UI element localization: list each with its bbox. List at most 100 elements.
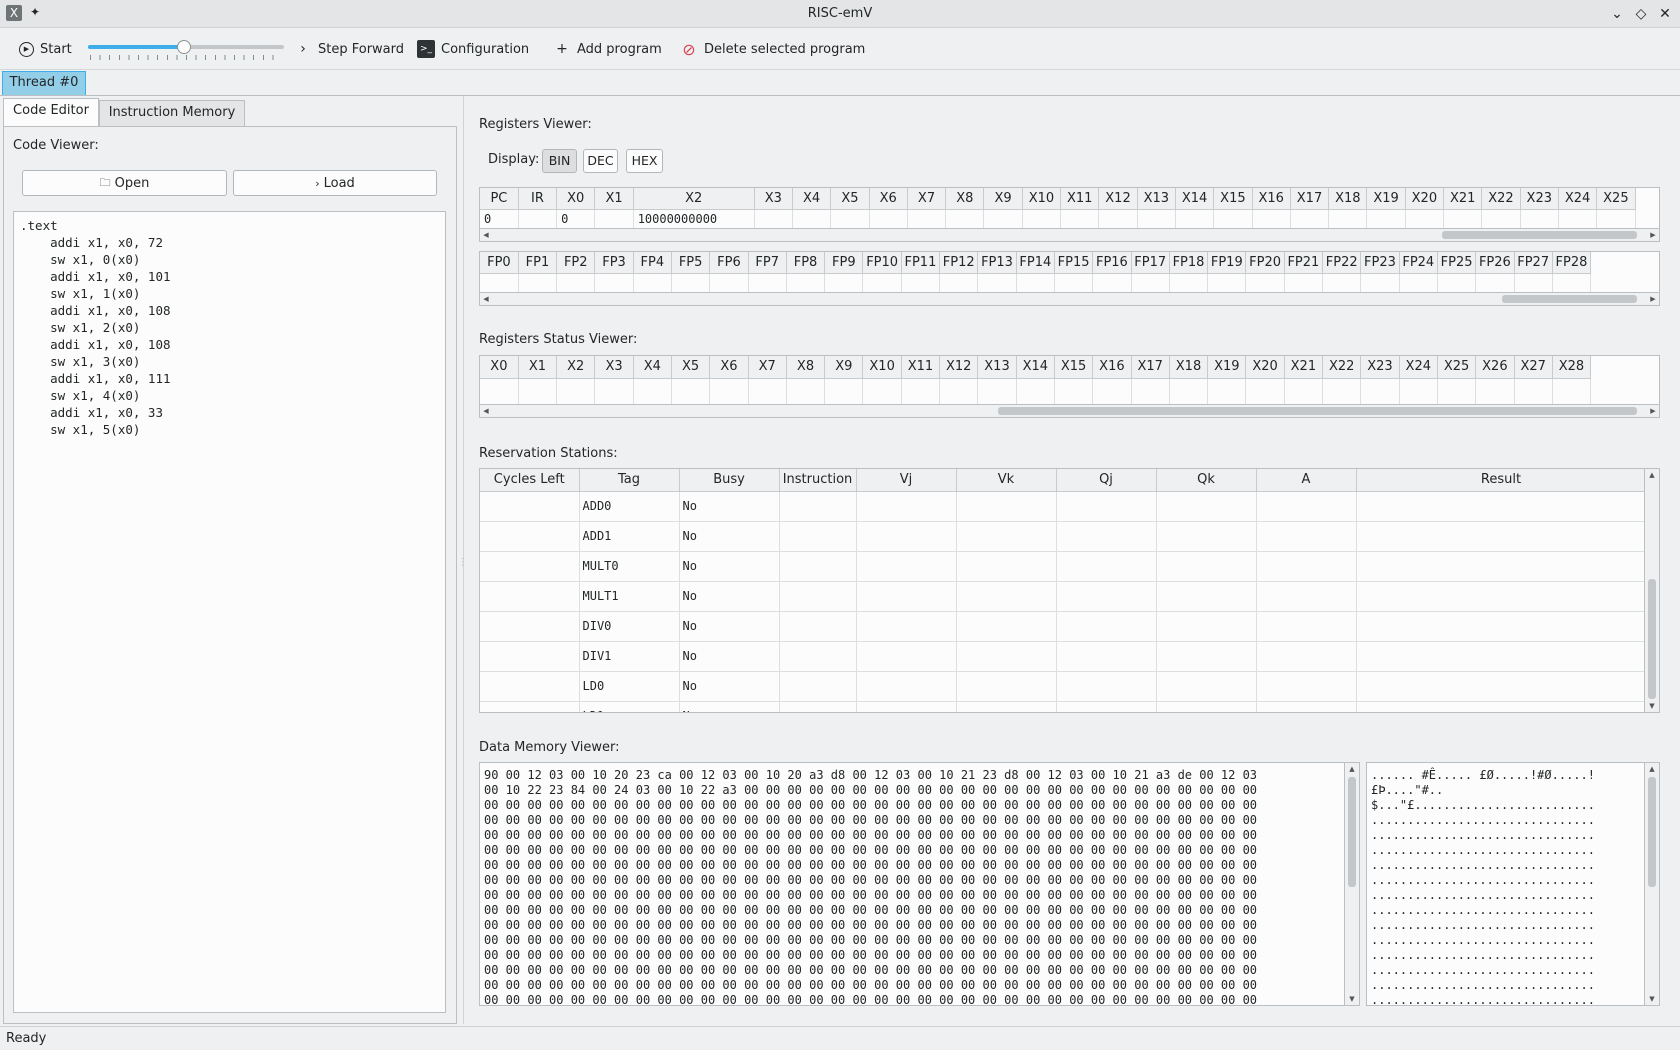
status-register-value	[518, 378, 558, 404]
register-header: X11	[1060, 188, 1100, 210]
register-value	[1252, 209, 1291, 228]
table-row[interactable]: DIV0 No	[480, 611, 1644, 642]
status-register-header: X13	[977, 356, 1017, 379]
fp-register-value	[977, 273, 1017, 292]
scrollbar-thumb[interactable]	[1648, 579, 1656, 699]
toolbar: ▶ Start › Step Forward >_ Configuration …	[0, 28, 1680, 70]
ascii-row: ...............................	[1371, 843, 1595, 857]
fp-register-value	[1552, 273, 1592, 292]
register-header: X5	[830, 188, 870, 210]
int-registers-scrollbar[interactable]: ◀ ▶	[479, 228, 1660, 242]
add-program-button[interactable]: + Add program	[553, 37, 662, 61]
speed-slider[interactable]	[88, 38, 286, 62]
rs-cell: MULT1	[579, 581, 680, 612]
register-header: X12	[1098, 188, 1138, 210]
rs-cell	[1356, 611, 1644, 642]
scrollbar-thumb[interactable]	[1442, 231, 1637, 239]
scroll-right-icon[interactable]: ▶	[1647, 293, 1659, 305]
hex-scrollbar[interactable]: ▲ ▼	[1345, 762, 1360, 1006]
fp-register-header: FP26	[1475, 252, 1515, 274]
fp-register-value	[1514, 273, 1553, 292]
scrollbar-thumb[interactable]	[998, 407, 1637, 415]
configuration-button[interactable]: >_ Configuration	[417, 37, 529, 61]
maximize-icon[interactable]: ◇	[1631, 4, 1651, 24]
fp-register-header: FP4	[633, 252, 672, 274]
delete-program-button[interactable]: ⊘ Delete selected program	[680, 37, 865, 61]
close-icon[interactable]: ✕	[1655, 4, 1675, 24]
status-register-header: X7	[748, 356, 787, 379]
scrollbar-thumb[interactable]	[1348, 777, 1356, 887]
status-register-value	[1245, 378, 1285, 404]
step-forward-button[interactable]: › Step Forward	[294, 37, 404, 61]
fp-register-header: FP2	[556, 252, 596, 274]
tab-code-editor[interactable]: Code Editor	[3, 98, 99, 126]
tab-instruction-memory[interactable]: Instruction Memory	[99, 100, 245, 126]
hex-row: 90 00 12 03 00 10 20 23 ca 00 12 03 00 1…	[484, 768, 1258, 782]
load-button[interactable]: › Load	[233, 170, 437, 196]
rs-cell	[1056, 701, 1157, 712]
reservation-stations-scrollbar[interactable]: ▲ ▼	[1645, 468, 1660, 713]
table-row[interactable]: MULT0 No	[480, 551, 1644, 582]
register-value	[1098, 209, 1138, 228]
scrollbar-thumb[interactable]	[1648, 777, 1656, 887]
ascii-row: ...............................	[1371, 873, 1595, 887]
scrollbar-thumb[interactable]	[1502, 295, 1637, 303]
display-hex-button[interactable]: HEX	[626, 149, 663, 173]
tab-thread-0[interactable]: Thread #0	[2, 71, 86, 95]
rs-column-header: Vj	[856, 469, 957, 492]
start-button[interactable]: ▶ Start	[19, 37, 72, 61]
scroll-up-icon[interactable]: ▲	[1645, 469, 1659, 481]
register-value	[983, 209, 1023, 228]
scroll-right-icon[interactable]: ▶	[1647, 405, 1659, 417]
data-memory-hex[interactable]: 90 00 12 03 00 10 20 23 ca 00 12 03 00 1…	[479, 762, 1345, 1006]
status-register-header: X14	[1016, 356, 1055, 379]
rs-cell	[1256, 581, 1357, 612]
table-row[interactable]: ADD1 No	[480, 521, 1644, 552]
table-row[interactable]: ADD0 No	[480, 491, 1644, 522]
fp-registers-scrollbar[interactable]: ◀ ▶	[479, 292, 1660, 306]
scroll-down-icon[interactable]: ▼	[1345, 993, 1359, 1005]
scroll-left-icon[interactable]: ◀	[480, 405, 492, 417]
ascii-scrollbar[interactable]: ▲ ▼	[1645, 762, 1660, 1006]
table-row[interactable]: DIV1 No	[480, 641, 1644, 672]
rs-cell	[1156, 611, 1257, 642]
scroll-left-icon[interactable]: ◀	[480, 293, 492, 305]
code-editor[interactable]: .text addi x1, x0, 72 sw x1, 0(x0) addi …	[13, 211, 446, 1013]
status-register-header: X0	[480, 356, 519, 379]
rs-cell	[779, 521, 857, 552]
rs-cell	[480, 671, 580, 702]
minimize-icon[interactable]: ⌄	[1607, 4, 1627, 24]
scroll-left-icon[interactable]: ◀	[480, 229, 492, 241]
fp-register-header: FP5	[671, 252, 711, 274]
registers-status-scrollbar[interactable]: ◀ ▶	[479, 404, 1660, 418]
status-register-value	[1552, 378, 1592, 404]
register-value	[1443, 209, 1483, 228]
display-dec-button[interactable]: DEC	[583, 149, 618, 173]
hex-row: 00 00 00 00 00 00 00 00 00 00 00 00 00 0…	[484, 888, 1258, 902]
fp-register-value	[786, 273, 826, 292]
register-value: 0	[556, 209, 596, 228]
table-row[interactable]: MULT1 No	[480, 581, 1644, 612]
fp-register-header: FP19	[1207, 252, 1247, 274]
hex-row: 00 00 00 00 00 00 00 00 00 00 00 00 00 0…	[484, 858, 1258, 872]
status-register-header: X17	[1131, 356, 1170, 379]
register-header: X4	[792, 188, 832, 210]
scroll-down-icon[interactable]: ▼	[1645, 993, 1659, 1005]
status-register-value	[939, 378, 979, 404]
scroll-down-icon[interactable]: ▼	[1645, 700, 1659, 712]
status-register-header: X26	[1475, 356, 1515, 379]
scroll-up-icon[interactable]: ▲	[1345, 763, 1359, 775]
register-header: X24	[1558, 188, 1598, 210]
rs-cell	[1356, 521, 1644, 552]
slider-handle[interactable]	[177, 40, 192, 54]
table-row[interactable]: LD1No	[480, 701, 1644, 712]
display-bin-button[interactable]: BIN	[542, 149, 577, 173]
hex-row: 00 00 00 00 00 00 00 00 00 00 00 00 00 0…	[484, 918, 1258, 932]
scroll-up-icon[interactable]: ▲	[1645, 763, 1659, 775]
register-value: 10000000000	[633, 209, 755, 228]
data-memory-ascii[interactable]: ...... #Ê..... £Ø.....!#Ø.....! £Þ...."#.…	[1366, 762, 1645, 1006]
scroll-right-icon[interactable]: ▶	[1647, 229, 1659, 241]
table-row[interactable]: LD0 No	[480, 671, 1644, 702]
rs-column-header: A	[1256, 469, 1357, 492]
open-button[interactable]: 🗀 Open	[22, 170, 227, 196]
